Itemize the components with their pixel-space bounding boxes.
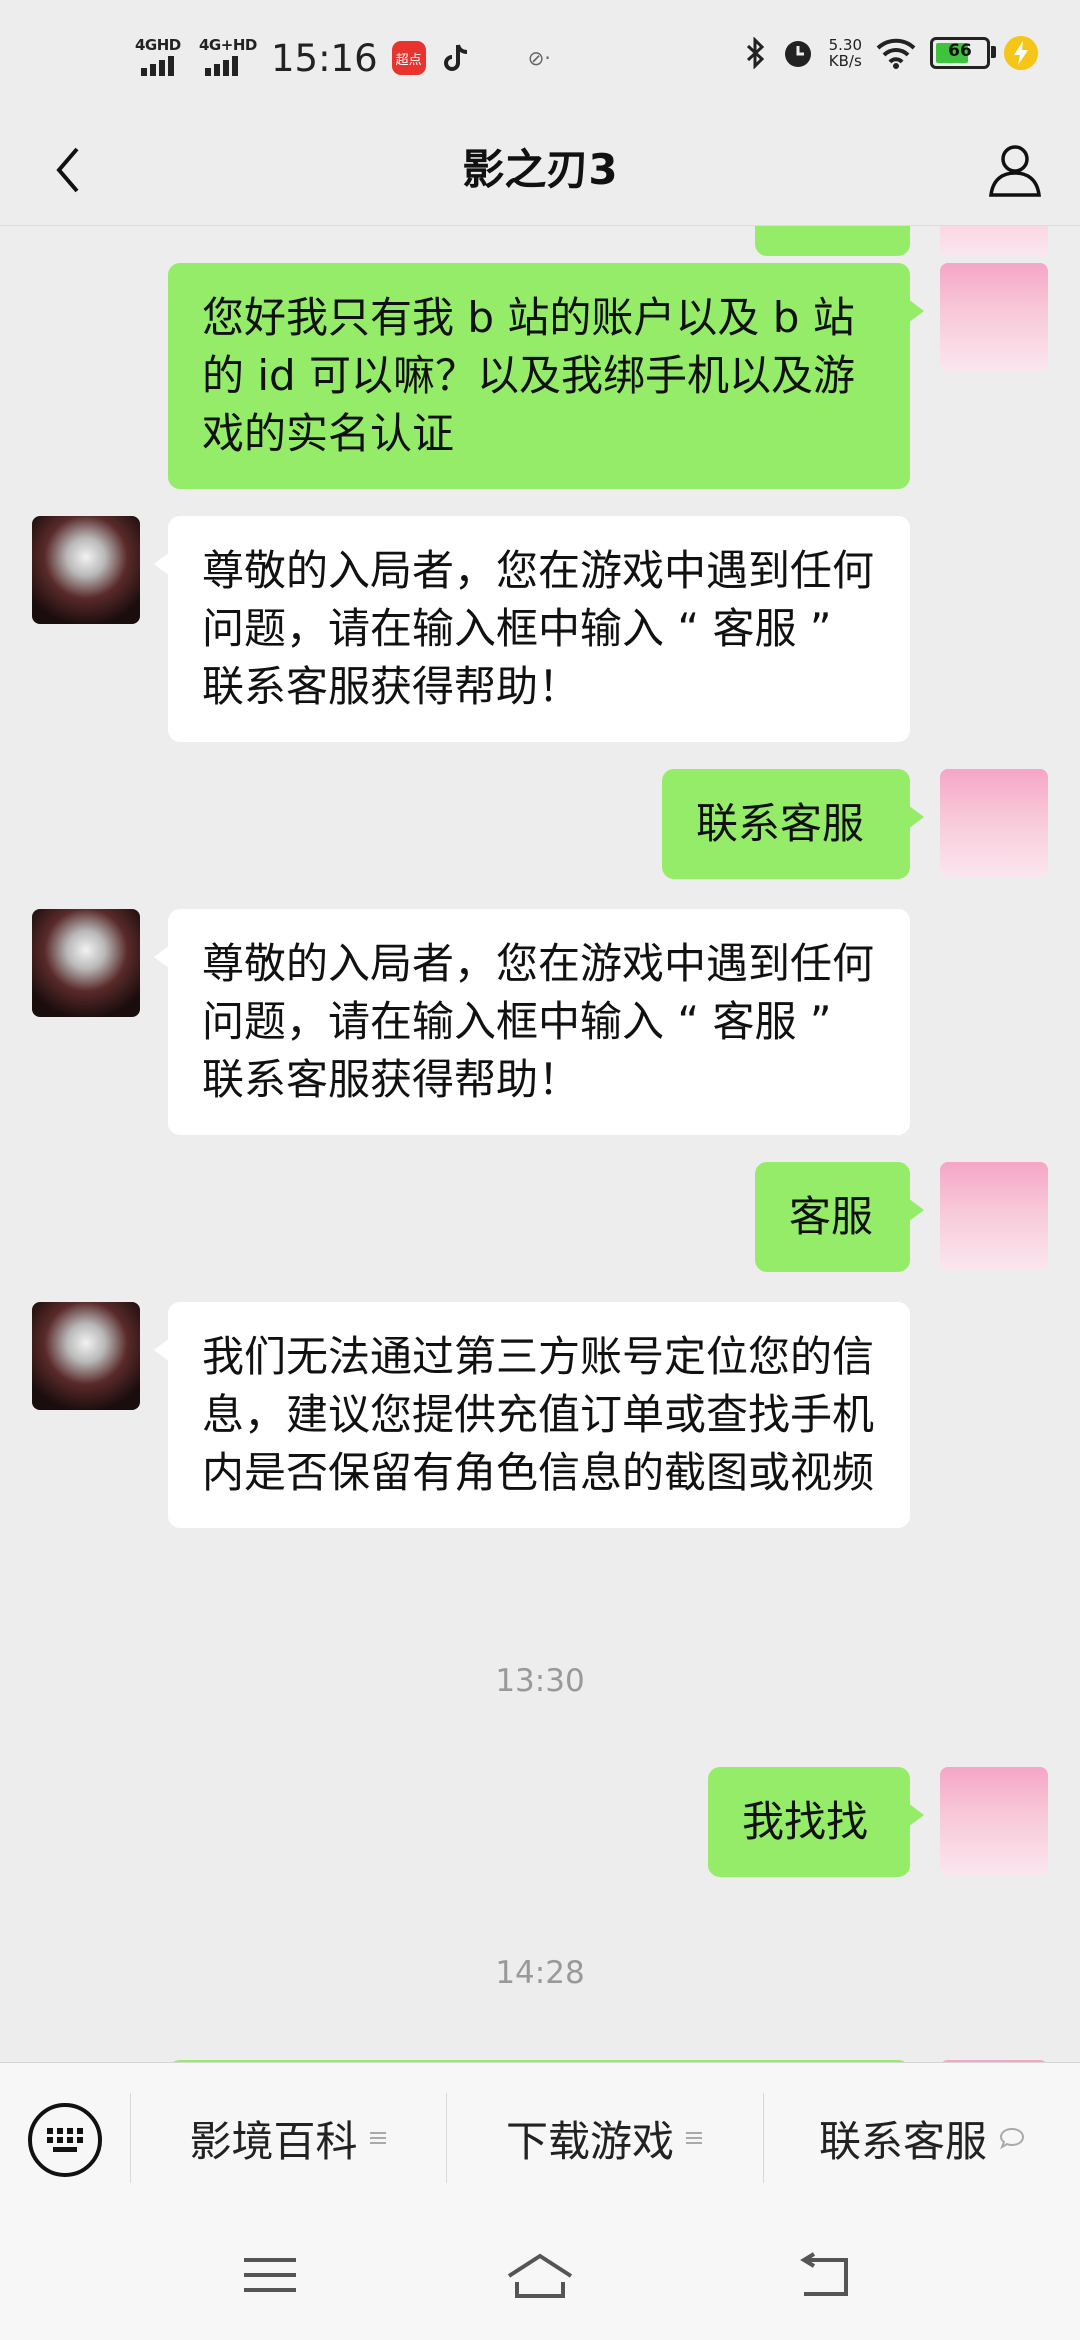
signal-bars-icon	[141, 56, 174, 76]
list-icon	[369, 2132, 386, 2144]
message-bubble-received[interactable]: 尊敬的入局者，您在游戏中遇到任何问题，请在输入框中输入 “ 客服 ” 联系客服获…	[154, 909, 910, 1135]
cellular-signal-1: 4GHD	[135, 36, 185, 80]
list-icon	[686, 2132, 702, 2144]
chat-header: 影之刃3	[0, 120, 1080, 226]
message-bubble-sent[interactable]: 客服	[755, 1162, 924, 1272]
home-icon	[507, 2253, 573, 2298]
bot-avatar[interactable]	[32, 909, 140, 1017]
recent-apps-button[interactable]	[230, 2240, 310, 2310]
service-menu-bar: 影境百科 下载游戏 联系客服	[0, 2062, 1080, 2213]
menu-icon	[244, 2258, 296, 2292]
chat-bubble-icon	[999, 2127, 1025, 2149]
battery-level: 66	[948, 41, 972, 61]
app-notification-icon: 超点	[391, 41, 426, 75]
network-speed-unit: KB/s	[828, 52, 862, 70]
signal-bars-icon	[205, 56, 238, 76]
bot-avatar[interactable]	[32, 1302, 140, 1410]
menu-item-contact-support[interactable]: 联系客服	[764, 2063, 1080, 2213]
link-icon: ⊘·	[527, 46, 551, 70]
bot-avatar[interactable]	[32, 516, 140, 624]
menu-item-label: 影境百科	[189, 2116, 358, 2166]
status-time: 15:16	[271, 36, 378, 80]
my-avatar[interactable]	[940, 769, 1048, 877]
return-icon	[800, 2252, 848, 2296]
alarm-icon	[784, 41, 811, 67]
menu-item-wiki[interactable]: 影境百科	[131, 2063, 446, 2213]
message-bubble-sent[interactable]: 您好我只有我 b 站的账户以及 b 站的 id 可以嘛？以及我绑手机以及游戏的实…	[168, 263, 924, 489]
bluetooth-icon	[746, 37, 764, 69]
system-navigation-bar	[0, 2212, 1080, 2340]
network-type-2: 4G+HD	[199, 36, 257, 54]
keyboard-icon	[47, 2128, 83, 2152]
message-bubble-received[interactable]: 我们无法通过第三方账号定位您的信息，建议您提供充值订单或查找手机内是否保留有角色…	[154, 1302, 910, 1528]
home-button[interactable]	[500, 2240, 580, 2310]
my-avatar[interactable]	[940, 263, 1048, 371]
chat-title: 影之刃3	[462, 145, 618, 194]
my-avatar[interactable]	[940, 226, 1048, 256]
message-bubble-partial	[755, 226, 910, 256]
network-speed: 5.30 KB/s	[829, 37, 862, 69]
message-bubble-sent[interactable]: 联系客服	[662, 769, 924, 879]
message-bubble-sent[interactable]: 我找找	[708, 1767, 924, 1877]
menu-item-download[interactable]: 下载游戏	[447, 2063, 763, 2213]
network-type-1: 4GHD	[135, 36, 181, 54]
menu-item-label: 下载游戏	[505, 2116, 674, 2166]
message-bubble-received[interactable]: 尊敬的入局者，您在游戏中遇到任何问题，请在输入框中输入 “ 客服 ” 联系客服获…	[154, 516, 910, 742]
wifi-icon	[876, 38, 916, 69]
my-avatar[interactable]	[940, 1767, 1048, 1875]
message-timestamp: 13:30	[495, 1663, 585, 1699]
status-bar: 4GHD 4G+HD 15:16 超点 ⊘· 5.30 KB/s 66	[0, 0, 1080, 120]
menu-item-label: 联系客服	[818, 2116, 987, 2166]
keyboard-toggle-button[interactable]	[28, 2103, 102, 2177]
my-avatar[interactable]	[940, 1162, 1048, 1270]
network-speed-value: 5.30	[828, 36, 862, 54]
message-timestamp: 14:28	[495, 1955, 585, 1991]
person-icon	[989, 145, 1041, 197]
battery-icon: 66	[930, 37, 996, 69]
charging-icon	[1004, 36, 1038, 70]
back-nav-button[interactable]	[784, 2240, 864, 2310]
tiktok-icon	[443, 44, 467, 71]
message-list[interactable]: 您好我只有我 b 站的账户以及 b 站的 id 可以嘛？以及我绑手机以及游戏的实…	[0, 226, 1080, 2062]
cellular-signal-2: 4G+HD	[199, 36, 257, 80]
chat-info-button[interactable]	[980, 134, 1050, 204]
